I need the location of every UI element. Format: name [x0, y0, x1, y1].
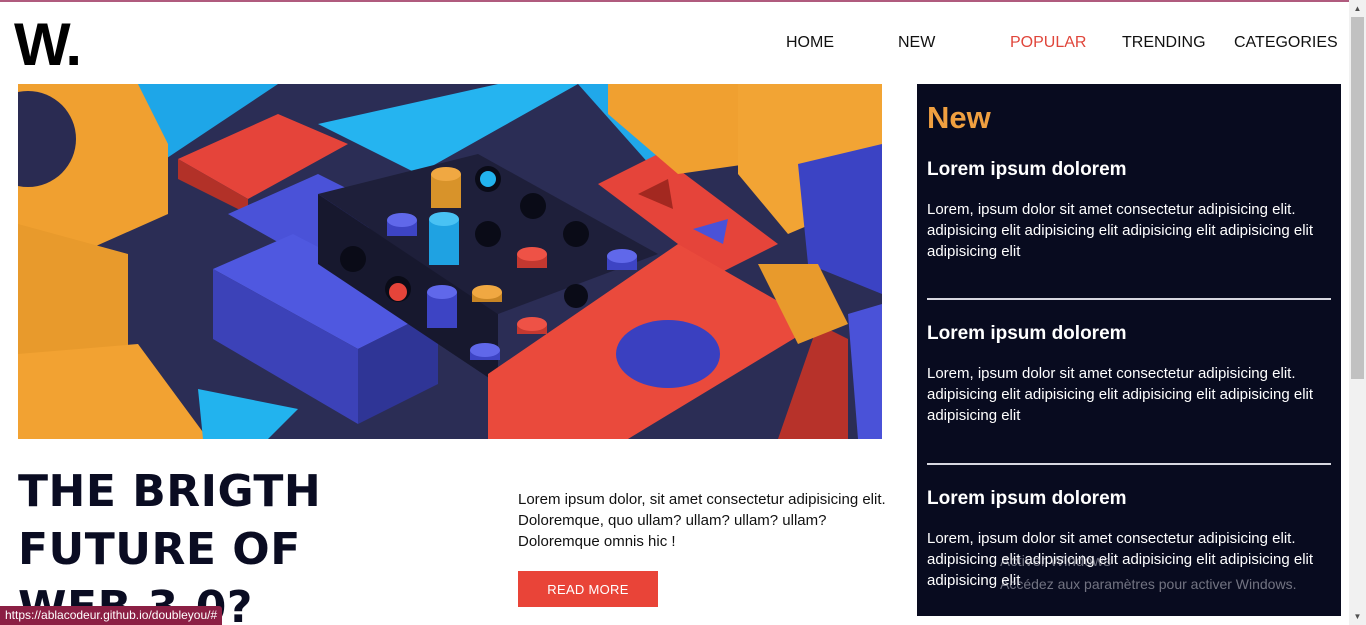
article-summary: Lorem ipsum dolor, sit amet consectetur … [518, 491, 886, 550]
new-sidebar: New Lorem ipsum dolorem Lorem, ipsum dol… [917, 84, 1341, 616]
news-item-title[interactable]: Lorem ipsum dolorem [927, 322, 1331, 346]
sidebar-title: New [927, 100, 991, 135]
nav-home[interactable]: HOME [786, 33, 834, 53]
news-item-text: Lorem, ipsum dolor sit amet consectetur … [927, 365, 1314, 424]
divider [927, 298, 1331, 300]
article-headline: THE BRIGTH FUTURE OF WEB 3.0? [18, 466, 322, 625]
hero-image [18, 84, 882, 439]
nav-categories[interactable]: CATEGORIES [1234, 33, 1338, 53]
news-item[interactable]: Lorem ipsum dolorem Lorem, ipsum dolor s… [927, 322, 1331, 426]
main-nav: HOME NEW POPULAR TRENDING CATEGORIES [0, 33, 1349, 55]
news-item-title[interactable]: Lorem ipsum dolorem [927, 487, 1331, 511]
status-bar-url: https://ablacodeur.github.io/doubleyou/# [0, 606, 223, 625]
page-scrollbar[interactable]: ▲ ▼ [1349, 0, 1366, 625]
scroll-up-arrow-icon[interactable]: ▲ [1349, 0, 1366, 17]
nav-trending[interactable]: TRENDING [1122, 33, 1206, 53]
read-more-button[interactable]: READ MORE [518, 571, 658, 607]
nav-popular[interactable]: POPULAR [1010, 33, 1086, 53]
news-item[interactable]: Lorem ipsum dolorem Lorem, ipsum dolor s… [927, 158, 1331, 262]
news-item-text: Lorem, ipsum dolor sit amet consectetur … [927, 530, 1314, 589]
nav-new[interactable]: NEW [898, 33, 935, 53]
scroll-down-arrow-icon[interactable]: ▼ [1349, 608, 1366, 625]
top-accent-line [0, 0, 1366, 2]
news-item-title[interactable]: Lorem ipsum dolorem [927, 158, 1331, 182]
scroll-thumb[interactable] [1351, 17, 1364, 379]
news-item[interactable]: Lorem ipsum dolorem Lorem, ipsum dolor s… [927, 487, 1331, 591]
divider [927, 463, 1331, 465]
news-item-text: Lorem, ipsum dolor sit amet consectetur … [927, 201, 1314, 260]
